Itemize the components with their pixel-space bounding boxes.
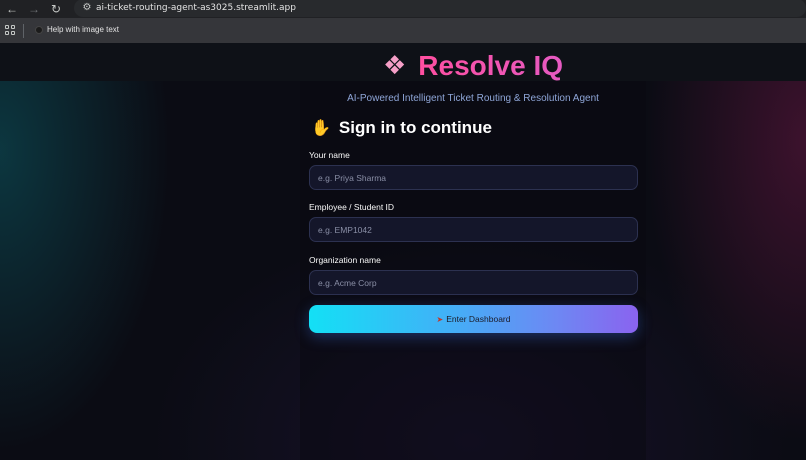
reload-icon[interactable]: ↻	[48, 1, 64, 17]
employee-id-input[interactable]	[310, 218, 637, 241]
signin-heading-text: Sign in to continue	[338, 118, 492, 137]
bookmark-help-with-image-text[interactable]: Help with image text	[47, 25, 119, 34]
page-title: ❖ Resolve IQ	[300, 47, 646, 84]
brain-icon: ❖	[382, 50, 407, 80]
organization-input[interactable]	[310, 271, 637, 294]
apps-grid-icon[interactable]	[5, 25, 15, 35]
bookmarks-bar	[0, 18, 806, 43]
enter-dashboard-label: Enter Dashboard	[446, 314, 511, 324]
site-settings-icon[interactable]: ⚙	[80, 1, 94, 15]
signin-heading: ✋ Sign in to continue	[311, 117, 492, 140]
name-field-container	[309, 165, 638, 190]
bookmark-favicon-icon	[35, 26, 43, 34]
bookmarks-divider	[23, 24, 24, 38]
organization-label: Organization name	[309, 255, 381, 265]
name-label: Your name	[309, 150, 350, 160]
url-text[interactable]: ai-ticket-routing-agent-as3025.streamlit…	[96, 3, 296, 13]
name-input[interactable]	[310, 166, 637, 189]
employee-id-label: Employee / Student ID	[309, 202, 395, 212]
rocket-icon: ➤	[436, 315, 444, 324]
back-arrow-icon[interactable]: ←	[4, 1, 20, 17]
app-title: Resolve IQ	[418, 50, 564, 81]
app-subtitle: AI-Powered Intelligent Ticket Routing & …	[347, 93, 599, 104]
employee-id-field-container	[309, 217, 638, 242]
forward-arrow-icon[interactable]: →	[26, 1, 42, 17]
organization-field-container	[309, 270, 638, 295]
enter-dashboard-button[interactable]: ➤ Enter Dashboard	[309, 305, 638, 333]
waving-hand-icon: ✋	[311, 120, 331, 137]
